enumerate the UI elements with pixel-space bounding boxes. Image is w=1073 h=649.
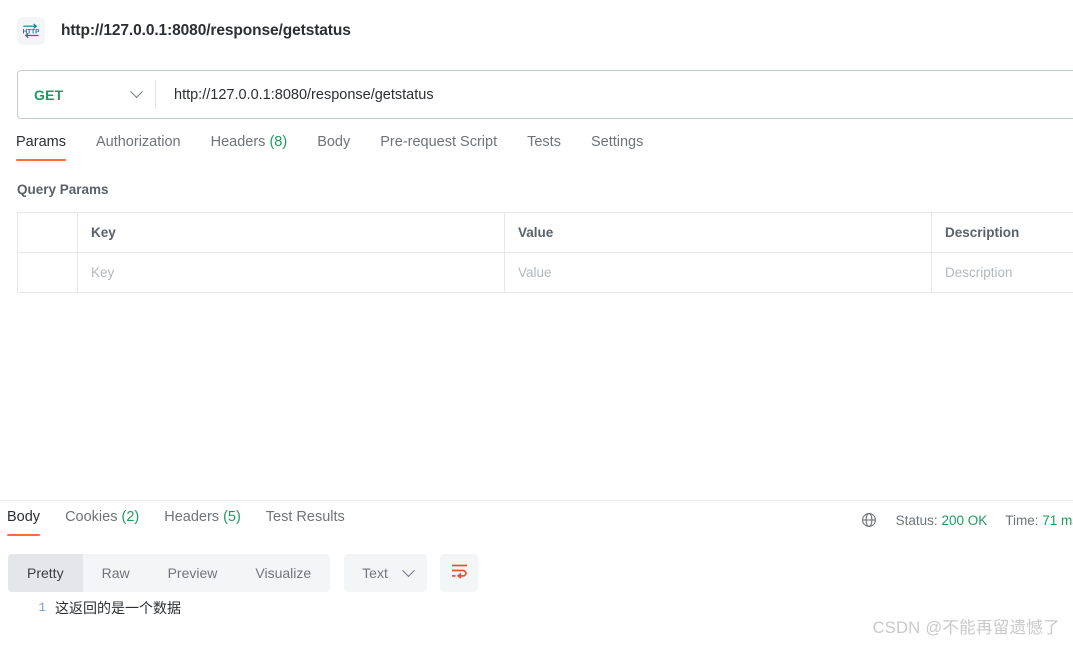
column-header-value: Value [505,213,932,252]
column-header-description: Description [932,213,1073,252]
status-badge[interactable]: Status: 200 OK [896,513,988,528]
http-protocol-icon: HTTP [17,17,45,45]
tab-params[interactable]: Params [16,134,66,161]
globe-icon [861,512,877,528]
time-badge[interactable]: Time: 71 ms [1005,513,1073,528]
tab-pre-request-script-label: Pre-request Script [380,134,498,150]
http-method-select[interactable]: GET [18,71,155,118]
view-raw-button[interactable]: Raw [83,554,149,592]
tab-body[interactable]: Body [317,134,350,161]
tab-headers-count: (8) [269,134,288,150]
tab-settings[interactable]: Settings [591,134,643,161]
tab-tests[interactable]: Tests [527,134,561,161]
tab-authorization[interactable]: Authorization [96,134,181,161]
row-description-input[interactable]: Description [932,253,1073,292]
time-value: 71 ms [1042,512,1073,528]
response-tab-body-label: Body [7,509,41,525]
response-tab-test-results[interactable]: Test Results [266,509,345,536]
query-params-heading: Query Params [17,182,109,197]
status-value: 200 OK [941,512,988,528]
tab-params-label: Params [16,134,66,150]
view-pretty-button[interactable]: Pretty [8,554,83,592]
row-checkbox-cell[interactable] [18,253,78,292]
word-wrap-toggle[interactable] [440,554,479,592]
postman-request-window: HTTP http://127.0.0.1:8080/response/gets… [0,0,1073,649]
column-header-checkbox [18,213,78,252]
http-method-label: GET [34,86,64,103]
table-row[interactable]: Key Value Description [18,253,1073,293]
row-key-input[interactable]: Key [78,253,505,292]
status-label: Status: [895,512,938,528]
response-tab-headers-count: (5) [223,509,241,525]
view-preview-button[interactable]: Preview [149,554,237,592]
page-title: http://127.0.0.1:8080/response/getstatus [61,22,351,39]
tab-settings-label: Settings [590,134,644,150]
svg-text:HTTP: HTTP [23,29,40,36]
response-status-bar: Status: 200 OK Time: 71 ms [861,512,1073,528]
tab-body-label: Body [317,134,351,150]
request-tab-bar: Params Authorization Headers (8) Body Pr… [0,134,1073,168]
table-header-row: Key Value Description [18,213,1073,253]
tab-pre-request-script[interactable]: Pre-request Script [380,134,497,161]
response-tab-test-results-label: Test Results [265,509,345,525]
response-tab-cookies[interactable]: Cookies (2) [65,509,139,536]
response-view-segment: Pretty Raw Preview Visualize [8,554,331,592]
view-visualize-button[interactable]: Visualize [236,554,330,592]
tab-headers[interactable]: Headers (8) [211,134,288,161]
response-tab-bar: Body Cookies (2) Headers (5) Test Result… [0,509,700,541]
tab-tests-label: Tests [527,134,561,150]
response-body-line: 这返回的是一个数据 [55,600,181,616]
chevron-down-icon [130,85,143,99]
tab-authorization-label: Authorization [95,134,181,150]
request-url-input[interactable] [156,71,1073,118]
response-body-toolbar: Pretty Raw Preview Visualize Text [8,554,479,592]
response-format-label: Text [362,565,388,581]
line-number: 1 [38,601,46,615]
word-wrap-icon [450,562,469,584]
row-value-input[interactable]: Value [505,253,932,292]
window-titlebar: HTTP http://127.0.0.1:8080/response/gets… [0,0,1073,62]
response-tab-body[interactable]: Body [7,509,41,536]
response-tab-cookies-label: Cookies [65,509,118,525]
response-format-select[interactable]: Text [344,554,428,592]
column-header-key: Key [78,213,505,252]
tab-headers-label: Headers [210,134,266,150]
csdn-watermark: CSDN @不能再留遗憾了 [872,619,1060,637]
response-tab-headers-label: Headers [164,509,220,525]
chevron-down-icon [402,563,416,577]
time-label: Time: [1005,512,1039,528]
pane-divider[interactable] [0,500,1073,501]
query-params-table: Key Value Description Key Value Descript… [17,212,1073,293]
request-url-bar: GET [17,70,1073,119]
response-tab-headers[interactable]: Headers (5) [164,509,241,536]
response-tab-cookies-count: (2) [121,509,140,525]
